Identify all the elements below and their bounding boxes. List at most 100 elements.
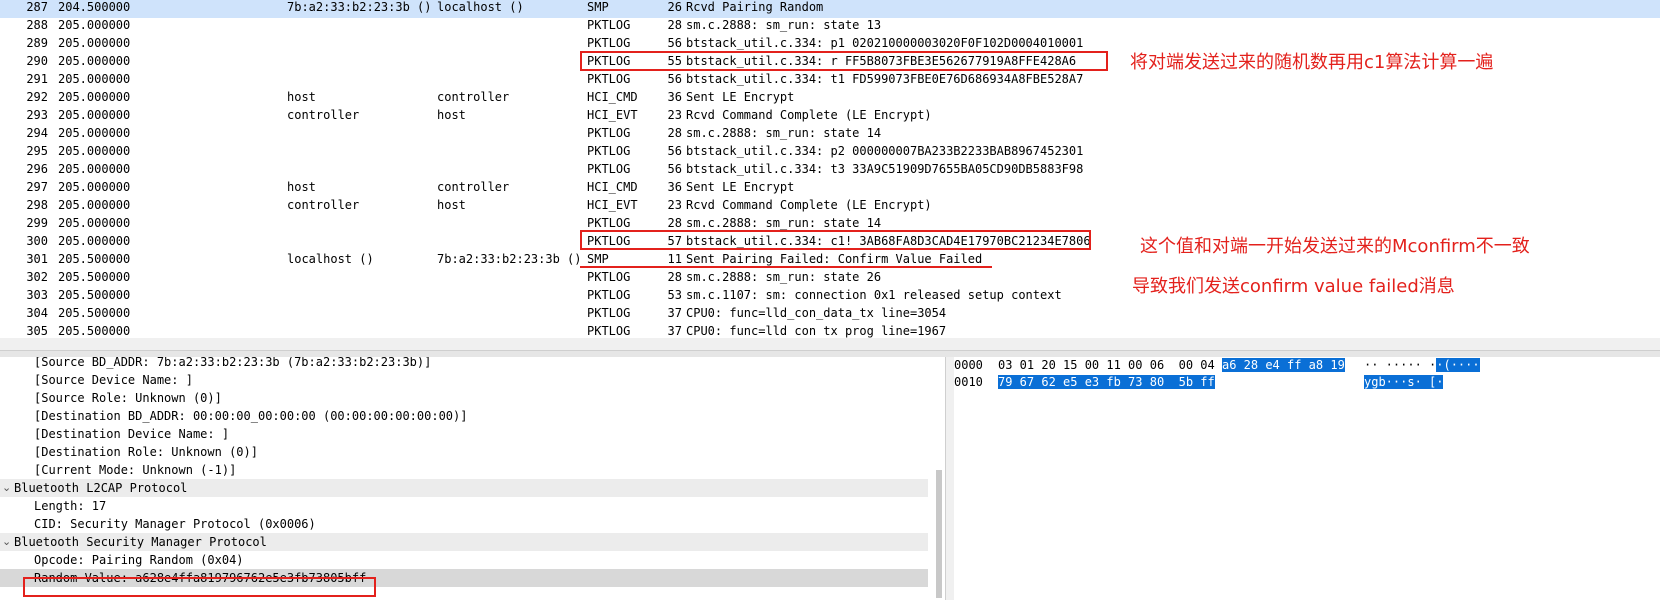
packet-length: 36 bbox=[667, 180, 682, 194]
packet-row[interactable]: 298 205.000000 controller host HCI_EVT 23 Rcvd… bbox=[0, 198, 1660, 216]
packet-time: 205.500000 bbox=[58, 252, 131, 266]
ascii-highlighted: ygb···s· [· bbox=[1364, 375, 1444, 389]
packet-protocol: PKTLOG bbox=[587, 306, 631, 320]
packet-length: 37 bbox=[667, 324, 682, 338]
protocol-tree-field[interactable]: [Destination Role: Unknown (0)] bbox=[0, 443, 928, 461]
packet-number: 297 bbox=[26, 180, 48, 194]
tree-item-label: [Source BD_ADDR: 7b:a2:33:b2:23:3b (7b:a… bbox=[34, 357, 432, 369]
tree-item-label: Bluetooth Security Manager Protocol bbox=[14, 535, 267, 549]
protocol-tree-field[interactable]: [Source BD_ADDR: 7b:a2:33:b2:23:3b (7b:a… bbox=[0, 357, 928, 371]
chevron-down-icon[interactable]: ⌄ bbox=[2, 533, 11, 551]
packet-row[interactable]: 295 205.000000 PKTLOG 56 btstack_util.c.334:… bbox=[0, 144, 1660, 162]
packet-length: 56 bbox=[667, 72, 682, 86]
protocol-tree-field[interactable]: CID: Security Manager Protocol (0x0006) bbox=[0, 515, 928, 533]
packet-destination: 7b:a2:33:b2:23:3b () bbox=[437, 252, 582, 266]
protocol-tree-header[interactable]: ⌄ Bluetooth Security Manager Protocol bbox=[0, 533, 928, 551]
packet-bytes-pane[interactable]: 0000 03 01 20 15 00 11 00 06 00 04 a6 28 … bbox=[954, 357, 1660, 600]
annotation-recompute-c1: 将对端发送过来的随机数再用c1算法计算一遍 bbox=[1130, 52, 1494, 73]
packet-protocol: PKTLOG bbox=[587, 270, 631, 284]
packet-number: 292 bbox=[26, 90, 48, 104]
byte-offset: 0010 bbox=[954, 375, 983, 389]
packet-time: 205.000000 bbox=[58, 180, 131, 194]
packet-number: 300 bbox=[26, 234, 48, 248]
packet-time: 205.500000 bbox=[58, 270, 131, 284]
packet-protocol: PKTLOG bbox=[587, 36, 631, 50]
packet-time: 205.000000 bbox=[58, 72, 131, 86]
packet-protocol: SMP bbox=[587, 252, 609, 266]
hex-bytes[interactable]: 03 01 20 15 00 11 00 06 00 04 a6 28 e4 f… bbox=[998, 358, 1345, 372]
packet-details-pane[interactable]: [Source BD_ADDR: 7b:a2:33:b2:23:3b (7b:a… bbox=[0, 357, 932, 600]
annotation-mismatch: 这个值和对端一开始发送过来的Mconfirm不一致 bbox=[1140, 236, 1530, 257]
ascii-bytes[interactable]: ygb···s· [· bbox=[1364, 375, 1444, 389]
packet-row[interactable]: 292 205.000000 host controller HCI_CMD 36 Sent… bbox=[0, 90, 1660, 108]
packet-length: 28 bbox=[667, 216, 682, 230]
packet-info: sm.c.1107: sm: connection 0x1 released s… bbox=[686, 288, 1062, 302]
packet-protocol: HCI_EVT bbox=[587, 198, 638, 212]
packet-number: 295 bbox=[26, 144, 48, 158]
protocol-tree-field[interactable]: Opcode: Pairing Random (0x04) bbox=[0, 551, 928, 569]
underline-pairing-failed bbox=[580, 266, 992, 268]
packet-length: 36 bbox=[667, 90, 682, 104]
tree-item-label: [Current Mode: Unknown (-1)] bbox=[34, 463, 237, 477]
packet-number: 299 bbox=[26, 216, 48, 230]
protocol-tree-field[interactable]: [Source Role: Unknown (0)] bbox=[0, 389, 928, 407]
chevron-down-icon[interactable]: ⌄ bbox=[2, 479, 11, 497]
packet-protocol: PKTLOG bbox=[587, 162, 631, 176]
packet-number: 305 bbox=[26, 324, 48, 338]
annotation-confirm-failed: 导致我们发送confirm value failed消息 bbox=[1132, 276, 1455, 297]
details-scrollbar[interactable] bbox=[936, 470, 942, 598]
packet-time: 205.000000 bbox=[58, 54, 131, 68]
protocol-tree-field[interactable]: [Current Mode: Unknown (-1)] bbox=[0, 461, 928, 479]
protocol-tree-header[interactable]: ⌄ Bluetooth L2CAP Protocol bbox=[0, 479, 928, 497]
tree-item-label: [Source Device Name: ] bbox=[34, 373, 193, 387]
packet-row[interactable]: 293 205.000000 controller host HCI_EVT 23 Rcvd… bbox=[0, 108, 1660, 126]
packet-row[interactable]: 296 205.000000 PKTLOG 56 btstack_util.c.334:… bbox=[0, 162, 1660, 180]
packet-number: 296 bbox=[26, 162, 48, 176]
packet-number: 287 bbox=[26, 0, 48, 14]
packet-protocol: PKTLOG bbox=[587, 324, 631, 338]
protocol-tree-field[interactable]: [Destination BD_ADDR: 00:00:00_00:00:00 … bbox=[0, 407, 928, 425]
packet-protocol: PKTLOG bbox=[587, 144, 631, 158]
packet-time: 205.000000 bbox=[58, 90, 131, 104]
packet-length: 53 bbox=[667, 288, 682, 302]
packet-time: 205.000000 bbox=[58, 18, 131, 32]
packet-protocol: PKTLOG bbox=[587, 234, 631, 248]
packet-info: btstack_util.c.334: c1! 3AB68FA8D3CAD4E1… bbox=[686, 234, 1091, 248]
packet-info: btstack_util.c.334: t3 33A9C51909D7655BA… bbox=[686, 162, 1084, 176]
packet-info: btstack_util.c.334: p2 000000007BA233B22… bbox=[686, 144, 1084, 158]
packet-length: 23 bbox=[667, 108, 682, 122]
packet-source: host bbox=[287, 180, 316, 194]
packet-info: Rcvd Command Complete (LE Encrypt) bbox=[686, 198, 932, 212]
protocol-tree-field[interactable]: Length: 17 bbox=[0, 497, 928, 515]
protocol-tree-field[interactable]: [Source Device Name: ] bbox=[0, 371, 928, 389]
packet-time: 205.500000 bbox=[58, 306, 131, 320]
packet-time: 205.000000 bbox=[58, 126, 131, 140]
packet-protocol: PKTLOG bbox=[587, 216, 631, 230]
packet-row[interactable]: 288 205.000000 PKTLOG 28 sm.c.2888: sm_run: … bbox=[0, 18, 1660, 36]
packet-info: Sent LE Encrypt bbox=[686, 90, 795, 104]
packet-info: sm.c.2888: sm_run: state 13 bbox=[686, 18, 882, 32]
tree-item-label: [Source Role: Unknown (0)] bbox=[34, 391, 222, 405]
packet-protocol: HCI_CMD bbox=[587, 180, 638, 194]
ascii-highlighted: ·(···· bbox=[1436, 358, 1480, 372]
packet-number: 288 bbox=[26, 18, 48, 32]
packet-time: 204.500000 bbox=[58, 0, 131, 14]
packet-destination: localhost () bbox=[437, 0, 524, 14]
packet-row[interactable]: 305 205.500000 PKTLOG 37 CPU0: func=lld con … bbox=[0, 324, 1660, 338]
packet-row[interactable]: 287 204.500000 7b:a2:33:b2:23:3b () localho… bbox=[0, 0, 1660, 18]
ascii-bytes[interactable]: ·· ····· ··(···· bbox=[1364, 358, 1480, 372]
packet-length: 57 bbox=[667, 234, 682, 248]
packet-row[interactable]: 304 205.500000 PKTLOG 37 CPU0: func=lld_con_… bbox=[0, 306, 1660, 324]
packet-row[interactable]: 297 205.000000 host controller HCI_CMD 36 Sent… bbox=[0, 180, 1660, 198]
packet-row[interactable]: 294 205.000000 PKTLOG 28 sm.c.2888: sm_run: … bbox=[0, 126, 1660, 144]
protocol-tree-field[interactable]: [Destination Device Name: ] bbox=[0, 425, 928, 443]
hex-bytes[interactable]: 79 67 62 e5 e3 fb 73 80 5b ff bbox=[998, 375, 1215, 389]
packet-destination: controller bbox=[437, 90, 510, 104]
tree-item-label: [Destination Role: Unknown (0)] bbox=[34, 445, 258, 459]
packet-info: Rcvd Pairing Random bbox=[686, 0, 824, 14]
packet-time: 205.000000 bbox=[58, 162, 131, 176]
packet-row[interactable]: 291 205.000000 PKTLOG 56 btstack_util.c.334:… bbox=[0, 72, 1660, 90]
packet-list-scrollbar[interactable] bbox=[0, 338, 1660, 350]
pane-splitter[interactable] bbox=[0, 350, 1660, 357]
protocol-tree-field[interactable]: Random Value: a628e4ffa819796762e5e3fb73… bbox=[0, 569, 928, 587]
